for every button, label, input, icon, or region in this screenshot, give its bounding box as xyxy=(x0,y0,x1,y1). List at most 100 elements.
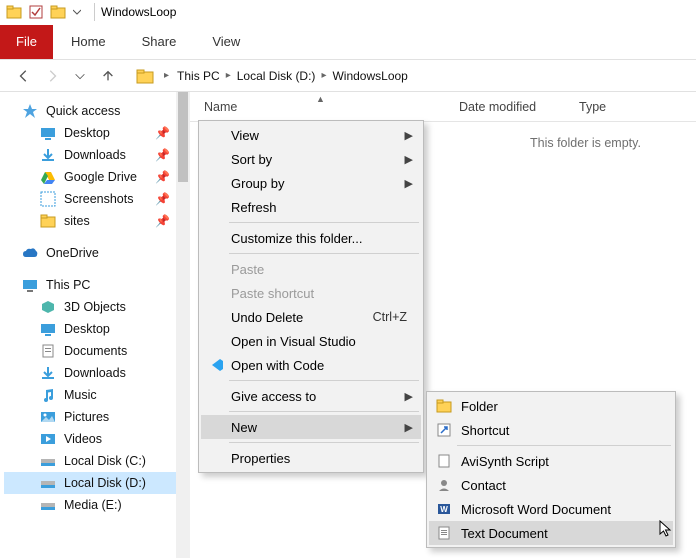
chevron-right-icon[interactable]: ▸ xyxy=(164,70,169,81)
file-icon xyxy=(435,452,453,470)
new-contact[interactable]: Contact xyxy=(429,473,673,497)
window-title: WindowsLoop xyxy=(101,5,176,19)
word-icon: W xyxy=(435,500,453,518)
label: OneDrive xyxy=(46,246,99,260)
pictures-icon xyxy=(40,409,56,425)
ctx-view[interactable]: View▶ xyxy=(201,123,421,147)
new-text-document[interactable]: Text Document xyxy=(429,521,673,545)
ctx-undo-delete[interactable]: Undo DeleteCtrl+Z xyxy=(201,305,421,329)
chevron-right-icon[interactable]: ▸ xyxy=(321,70,326,81)
contact-icon xyxy=(435,476,453,494)
ctx-paste-shortcut: Paste shortcut xyxy=(201,281,421,305)
label: Desktop xyxy=(64,322,110,336)
sidebar-media-e[interactable]: Media (E:) xyxy=(4,494,186,516)
sort-indicator-icon: ▲ xyxy=(316,94,325,104)
sidebar-disk-d[interactable]: Local Disk (D:) xyxy=(4,472,186,494)
chevron-right-icon: ▶ xyxy=(405,177,413,190)
separator xyxy=(229,442,419,443)
ctx-properties[interactable]: Properties xyxy=(201,446,421,470)
file-tab[interactable]: File xyxy=(0,25,53,59)
home-tab[interactable]: Home xyxy=(53,24,124,59)
new-shortcut[interactable]: Shortcut xyxy=(429,418,673,442)
sidebar-desktop-2[interactable]: Desktop xyxy=(4,318,186,340)
ctx-refresh[interactable]: Refresh xyxy=(201,195,421,219)
sidebar-pictures[interactable]: Pictures xyxy=(4,406,186,428)
sidebar-scrollbar[interactable] xyxy=(176,92,190,558)
videos-icon xyxy=(40,431,56,447)
label: Media (E:) xyxy=(64,498,122,512)
pin-icon: 📌 xyxy=(155,170,170,184)
sidebar-documents[interactable]: Documents xyxy=(4,340,186,362)
sidebar-quick-access[interactable]: Quick access xyxy=(4,100,186,122)
context-submenu-new: Folder Shortcut AviSynth Script Contact … xyxy=(426,391,676,548)
column-date[interactable]: Date modified xyxy=(445,100,565,114)
up-button[interactable] xyxy=(96,64,120,88)
folder-icon xyxy=(6,4,22,20)
sidebar-disk-c[interactable]: Local Disk (C:) xyxy=(4,450,186,472)
shortcut-label: Ctrl+Z xyxy=(373,310,407,324)
google-drive-icon xyxy=(40,169,56,185)
crumb-folder[interactable]: WindowsLoop xyxy=(328,67,411,85)
new-folder[interactable]: Folder xyxy=(429,394,673,418)
view-tab[interactable]: View xyxy=(194,24,258,59)
cloud-icon xyxy=(22,245,38,261)
sidebar-this-pc[interactable]: This PC xyxy=(4,274,186,296)
ctx-paste: Paste xyxy=(201,257,421,281)
label: Documents xyxy=(64,344,127,358)
label: Local Disk (D:) xyxy=(64,476,146,490)
qat-dropdown-icon[interactable] xyxy=(72,4,82,20)
sidebar-desktop[interactable]: Desktop 📌 xyxy=(4,122,186,144)
3d-icon xyxy=(40,299,56,315)
separator xyxy=(229,222,419,223)
sidebar-screenshots[interactable]: Screenshots📌 xyxy=(4,188,186,210)
qat-properties-icon[interactable] xyxy=(28,4,44,20)
label: Downloads xyxy=(64,366,126,380)
ctx-group-by[interactable]: Group by▶ xyxy=(201,171,421,195)
scroll-thumb[interactable] xyxy=(178,92,188,182)
pin-icon: 📌 xyxy=(155,126,170,140)
new-word-document[interactable]: W Microsoft Word Document xyxy=(429,497,673,521)
sidebar-google-drive[interactable]: Google Drive 📌 xyxy=(4,166,186,188)
crumb-drive[interactable]: Local Disk (D:) xyxy=(233,67,320,85)
ctx-give-access[interactable]: Give access to▶ xyxy=(201,384,421,408)
column-type[interactable]: Type xyxy=(565,100,606,114)
sidebar-downloads[interactable]: Downloads📌 xyxy=(4,144,186,166)
shortcut-icon xyxy=(435,421,453,439)
drive-icon xyxy=(40,475,56,491)
context-menu: View▶ Sort by▶ Group by▶ Refresh Customi… xyxy=(198,120,424,473)
new-avisynth[interactable]: AviSynth Script xyxy=(429,449,673,473)
title-bar: WindowsLoop xyxy=(0,0,696,24)
svg-text:W: W xyxy=(440,505,448,514)
ctx-open-visual-studio[interactable]: Open in Visual Studio xyxy=(201,329,421,353)
ctx-customize[interactable]: Customize this folder... xyxy=(201,226,421,250)
label: Google Drive xyxy=(64,170,137,184)
forward-button[interactable] xyxy=(40,64,64,88)
text-file-icon xyxy=(435,524,453,542)
folder-icon xyxy=(40,213,56,229)
sidebar-onedrive[interactable]: OneDrive xyxy=(4,242,186,264)
sidebar-sites[interactable]: sites📌 xyxy=(4,210,186,232)
recent-dropdown[interactable] xyxy=(68,64,92,88)
label: Screenshots xyxy=(64,192,133,206)
ctx-sort-by[interactable]: Sort by▶ xyxy=(201,147,421,171)
separator xyxy=(229,253,419,254)
sidebar-videos[interactable]: Videos xyxy=(4,428,186,450)
separator xyxy=(457,445,671,446)
ribbon: File Home Share View xyxy=(0,24,696,60)
back-button[interactable] xyxy=(12,64,36,88)
desktop-icon xyxy=(40,321,56,337)
sidebar-music[interactable]: Music xyxy=(4,384,186,406)
chevron-right-icon[interactable]: ▸ xyxy=(226,70,231,81)
chevron-right-icon: ▶ xyxy=(405,153,413,166)
sidebar-3d-objects[interactable]: 3D Objects xyxy=(4,296,186,318)
label: Desktop xyxy=(64,126,110,140)
pin-icon: 📌 xyxy=(155,214,170,228)
ctx-open-with-code[interactable]: Open with Code xyxy=(201,353,421,377)
sidebar-downloads-2[interactable]: Downloads xyxy=(4,362,186,384)
divider xyxy=(94,3,95,21)
pin-icon: 📌 xyxy=(155,148,170,162)
crumb-this-pc[interactable]: This PC xyxy=(173,67,224,85)
ctx-new[interactable]: New▶ xyxy=(201,415,421,439)
share-tab[interactable]: Share xyxy=(124,24,195,59)
folder-icon xyxy=(435,397,453,415)
